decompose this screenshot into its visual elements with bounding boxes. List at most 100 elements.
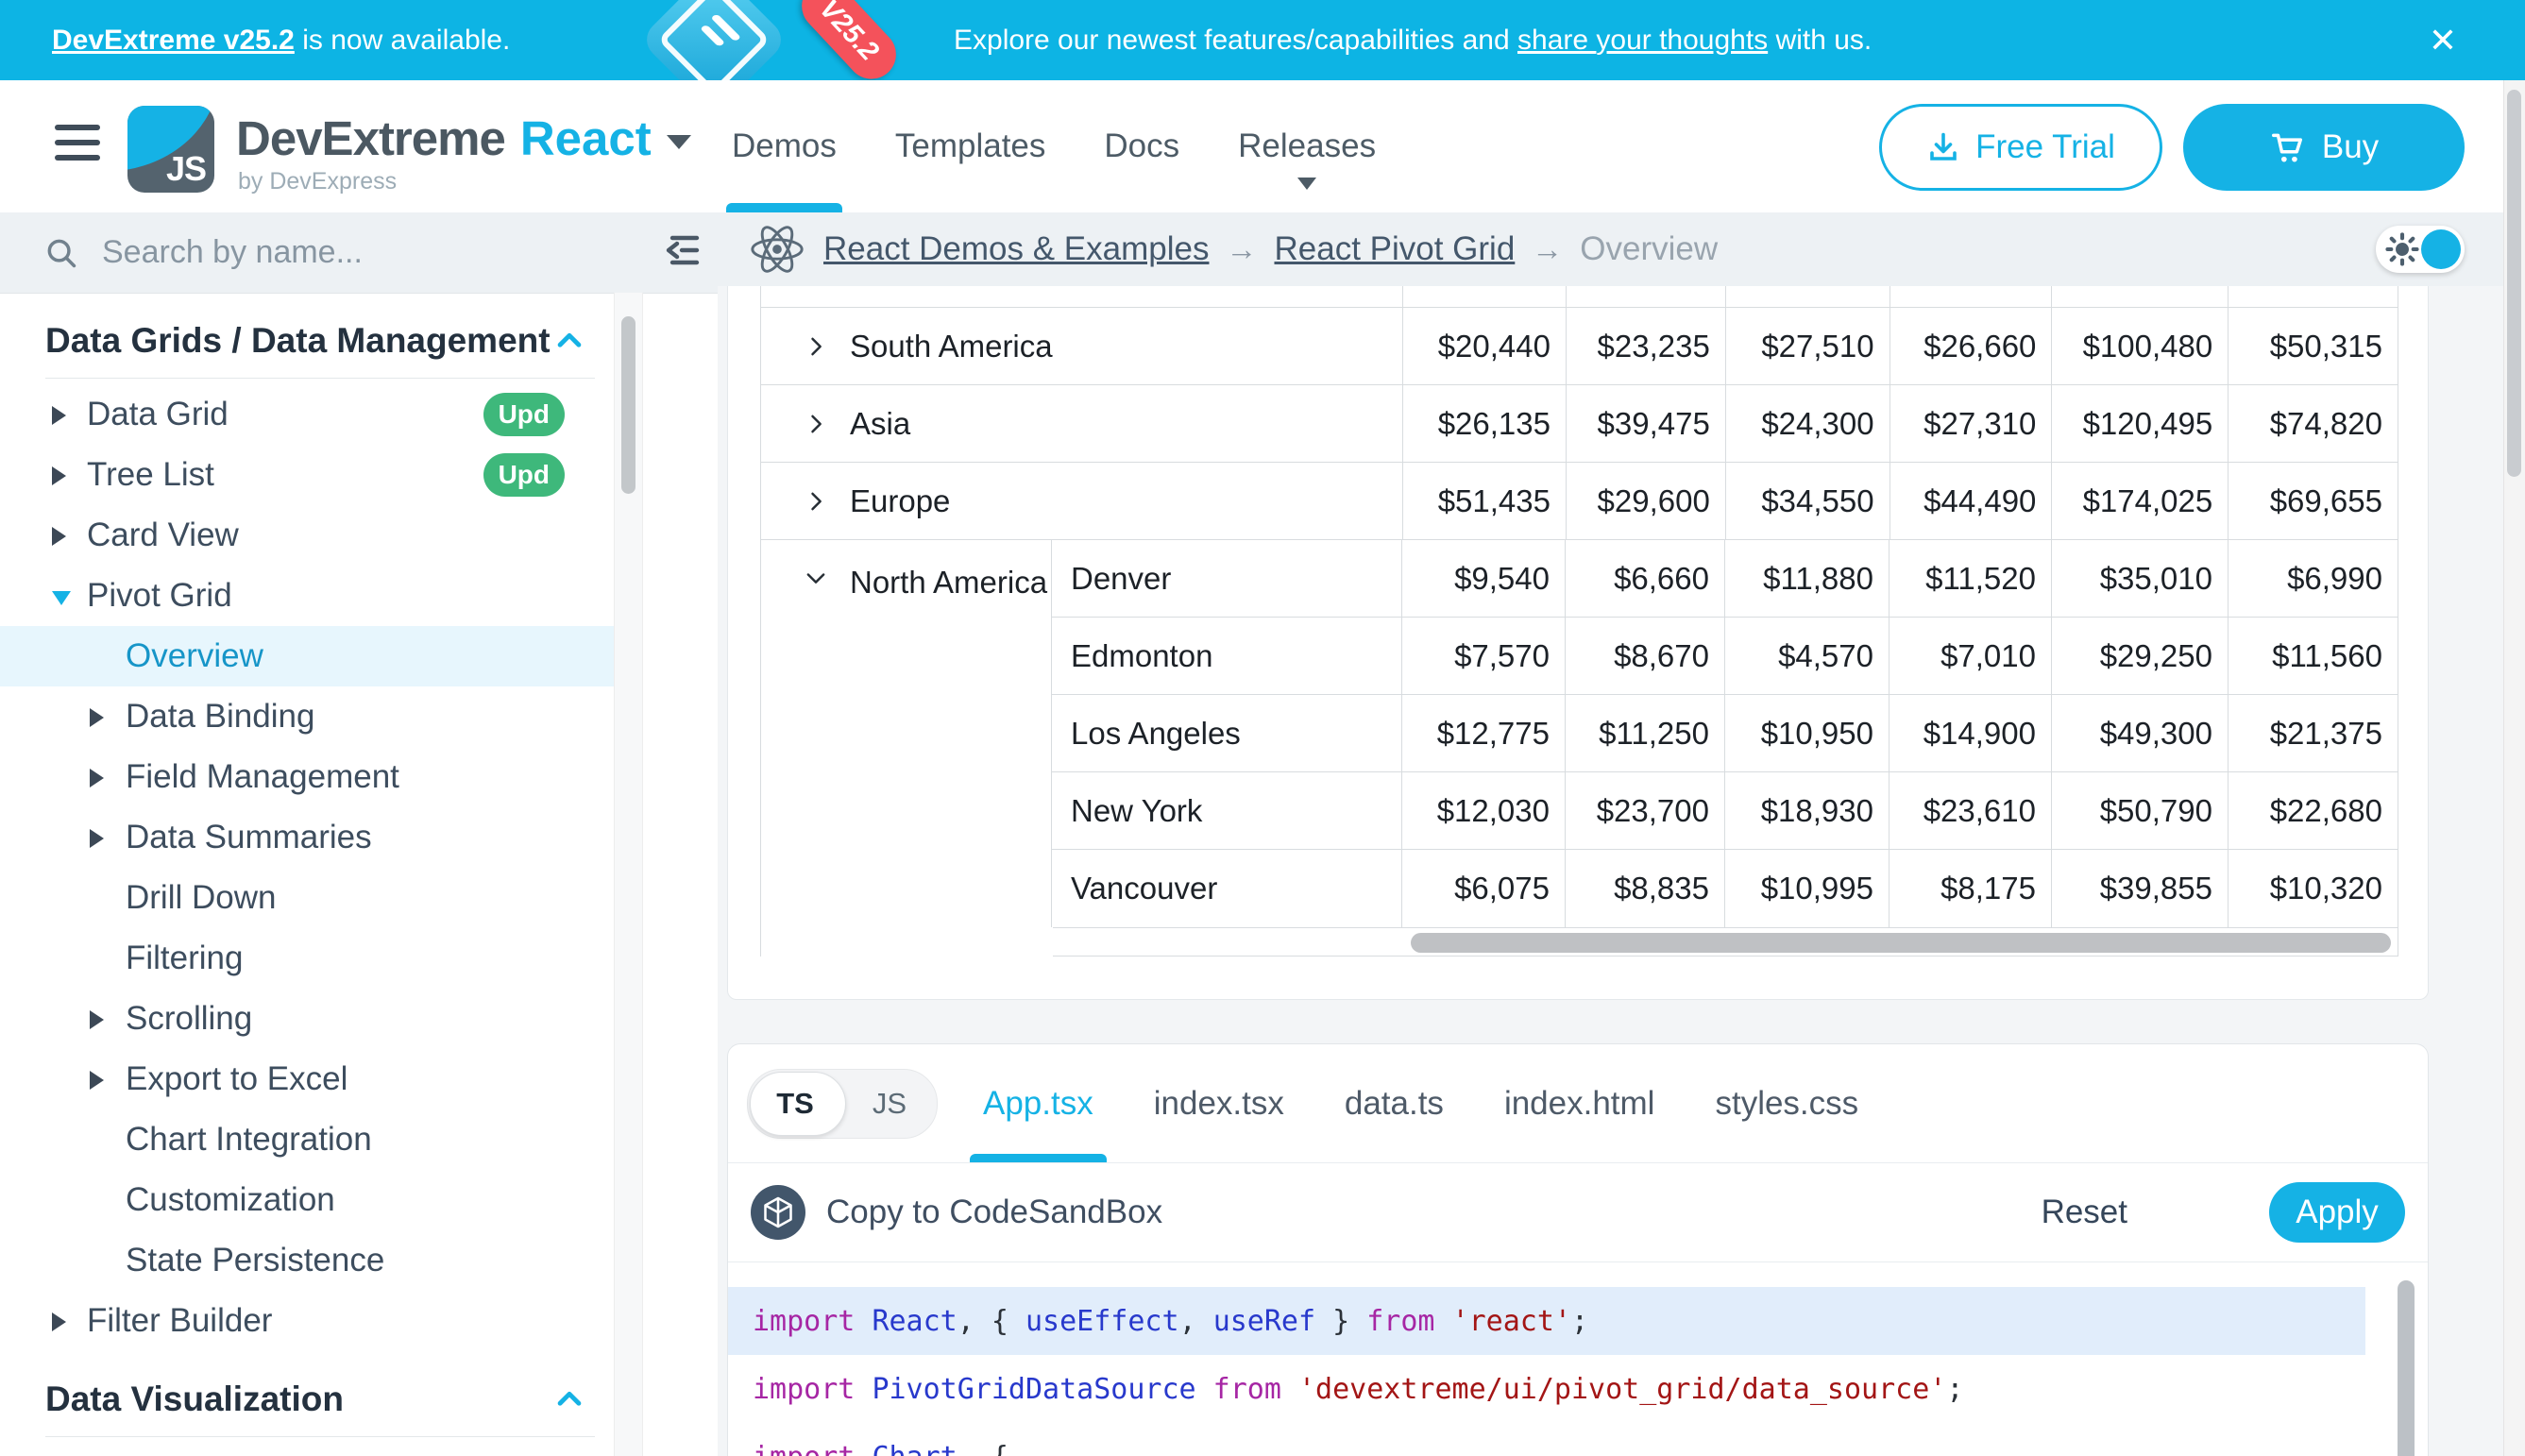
code-editor[interactable]: import React, { useEffect, useRef } from… (728, 1262, 2428, 1456)
nav-item-releases[interactable]: Releases (1238, 80, 1376, 212)
share-thoughts-link[interactable]: share your thoughts (1517, 25, 1768, 56)
code-line: import React, { useEffect, useRef } from… (728, 1287, 2365, 1355)
reset-button[interactable]: Reset (2036, 1193, 2133, 1232)
version-badge: V25.2 (791, 0, 906, 89)
sidebar-item-filtering[interactable]: Filtering (0, 928, 614, 989)
sidebar-scrollbar[interactable] (614, 293, 643, 1456)
pivot-row-header[interactable]: Asia (761, 385, 1402, 462)
search-input[interactable] (100, 233, 557, 272)
buy-button[interactable]: Buy (2183, 104, 2465, 191)
close-icon[interactable]: ✕ (2410, 0, 2476, 80)
pivot-row-header[interactable]: North America (761, 540, 1051, 927)
sidebar-item-pivot-grid[interactable]: Pivot Grid (0, 566, 614, 626)
sidebar-item-label: Field Management (126, 758, 399, 796)
sidebar-item-field-management[interactable]: Field Management (0, 747, 614, 807)
breadcrumb-link-pivot-grid[interactable]: React Pivot Grid (1274, 230, 1515, 268)
pivot-value-cell: $4,570 (1724, 618, 1889, 694)
sidebar-item-export-to-excel[interactable]: Export to Excel (0, 1049, 614, 1109)
language-toggle[interactable]: TS JS (747, 1069, 938, 1139)
sidebar-item-scrolling[interactable]: Scrolling (0, 989, 614, 1049)
code-tab-app-tsx[interactable]: App.tsx (983, 1044, 1093, 1162)
pivot-bottom-strip (761, 927, 2398, 957)
pivot-value-cell: $18,930 (1724, 772, 1889, 849)
sidebar-item-data-summaries[interactable]: Data Summaries (0, 807, 614, 868)
codesandbox-icon[interactable] (751, 1185, 805, 1240)
theme-toggle-knob[interactable] (2421, 229, 2461, 269)
pivot-value-cell: $7,010 (1889, 618, 2051, 694)
triangle-right-icon (52, 527, 66, 546)
horizontal-scrollbar-thumb[interactable] (1411, 933, 2391, 953)
sidebar-item-card-view[interactable]: Card View (0, 505, 614, 566)
sidebar-item-data-binding[interactable]: Data Binding (0, 686, 614, 747)
lang-option-ts[interactable]: TS (748, 1087, 842, 1121)
pivot-value-cell: $23,610 (1889, 772, 2051, 849)
pivot-row: Edmonton$7,570$8,670$4,570$7,010$29,250$… (1051, 618, 2398, 695)
sidebar-section-data-visualization[interactable]: Data Visualization (0, 1363, 614, 1436)
page-scrollbar-thumb[interactable] (2507, 90, 2521, 477)
sidebar-item-tree-list[interactable]: Tree ListUpd (0, 445, 614, 505)
sidebar-item-data-grid[interactable]: Data GridUpd (0, 384, 614, 445)
sidebar-section-data-grids[interactable]: Data Grids / Data Management (0, 304, 614, 378)
banner-version-link[interactable]: DevExtreme v25.2 (52, 25, 295, 56)
sidebar-item-label: Customization (126, 1181, 335, 1219)
sidebar-item-filter-builder[interactable]: Filter Builder (0, 1291, 614, 1351)
sidebar-item-chart-integration[interactable]: Chart Integration (0, 1109, 614, 1170)
code-tab-data-ts[interactable]: data.ts (1345, 1044, 1444, 1162)
pivot-city-cell: New York (1051, 772, 1401, 849)
sidebar-scrollbar-thumb[interactable] (621, 316, 635, 494)
theme-toggle[interactable] (2376, 226, 2465, 273)
code-tab-styles-css[interactable]: styles.css (1715, 1044, 1858, 1162)
pivot-value-cell: $12,775 (1401, 695, 1565, 771)
pivot-city-cell: Edmonton (1051, 618, 1401, 694)
sidebar-item-overview[interactable]: Overview (0, 626, 614, 686)
sidebar-item-customization[interactable]: Customization (0, 1170, 614, 1230)
main-nav: Demos Templates Docs Releases (732, 80, 1376, 212)
devextreme-js-logo[interactable]: JS (127, 106, 214, 193)
free-trial-button[interactable]: Free Trial (1879, 104, 2162, 191)
triangle-right-icon (90, 708, 104, 727)
nav-item-templates[interactable]: Templates (895, 80, 1046, 212)
breadcrumb-current: Overview (1580, 230, 1718, 268)
apply-button[interactable]: Apply (2269, 1182, 2405, 1243)
breadcrumb: React Demos & Examples → React Pivot Gri… (748, 220, 1718, 279)
sidebar-item-drill-down[interactable]: Drill Down (0, 868, 614, 928)
pivot-city-cell: Vancouver (1051, 850, 1401, 927)
pivot-value-cell: $10,995 (1724, 850, 1889, 927)
nav-item-docs[interactable]: Docs (1104, 80, 1179, 212)
code-tabs-row: TS JS App.tsx index.tsx data.ts index.html s… (728, 1044, 2428, 1163)
pivot-value-cell: $9,540 (1401, 540, 1565, 617)
pivot-value-cell: $44,490 (1890, 463, 2052, 539)
pivot-grid: South America$20,440$23,235$27,510$26,66… (760, 286, 2398, 957)
sidebar-item-label: Pivot Grid (87, 577, 232, 615)
sidebar-item-state-persistence[interactable]: State Persistence (0, 1230, 614, 1291)
chevron-up-icon (553, 325, 585, 357)
lang-option-js[interactable]: JS (842, 1087, 937, 1121)
pivot-value-cell: $22,680 (2228, 772, 2398, 849)
pivot-value-cell: $69,655 (2228, 463, 2398, 539)
codesandbox-label[interactable]: Copy to CodeSandBox (826, 1194, 1162, 1231)
hamburger-menu-icon[interactable] (55, 123, 100, 162)
sidebar-collapse-icon[interactable] (661, 229, 704, 272)
pivot-row-header[interactable]: Europe (761, 463, 1402, 539)
code-scrollbar-thumb[interactable] (2398, 1280, 2415, 1456)
triangle-right-icon (90, 769, 104, 787)
pivot-value-cell: $11,520 (1889, 540, 2051, 617)
code-tab-index-tsx[interactable]: index.tsx (1154, 1044, 1284, 1162)
pivot-value-cell: $29,600 (1566, 463, 1725, 539)
breadcrumb-link-demos[interactable]: React Demos & Examples (823, 230, 1209, 268)
code-tab-index-html[interactable]: index.html (1504, 1044, 1655, 1162)
nav-item-demos[interactable]: Demos (732, 80, 837, 212)
sidebar-item-label: Card View (87, 516, 239, 554)
breadcrumb-bar: React Demos & Examples → React Pivot Gri… (718, 212, 2504, 286)
brand-wordmark[interactable]: DevExtreme React (236, 110, 691, 166)
pivot-value-cell: $34,550 (1725, 463, 1890, 539)
pivot-value-cell: $27,510 (1725, 308, 1890, 384)
page-scrollbar[interactable] (2503, 80, 2525, 1456)
pivot-row-header[interactable]: South America (761, 308, 1402, 384)
triangle-down-icon (52, 591, 71, 605)
triangle-right-icon (52, 406, 66, 425)
pivot-value-cell: $23,700 (1565, 772, 1724, 849)
sidebar-item-label: Scrolling (126, 1000, 252, 1038)
pivot-value-cell: $74,820 (2228, 385, 2398, 462)
sidebar-item-label: Data Binding (126, 698, 314, 736)
